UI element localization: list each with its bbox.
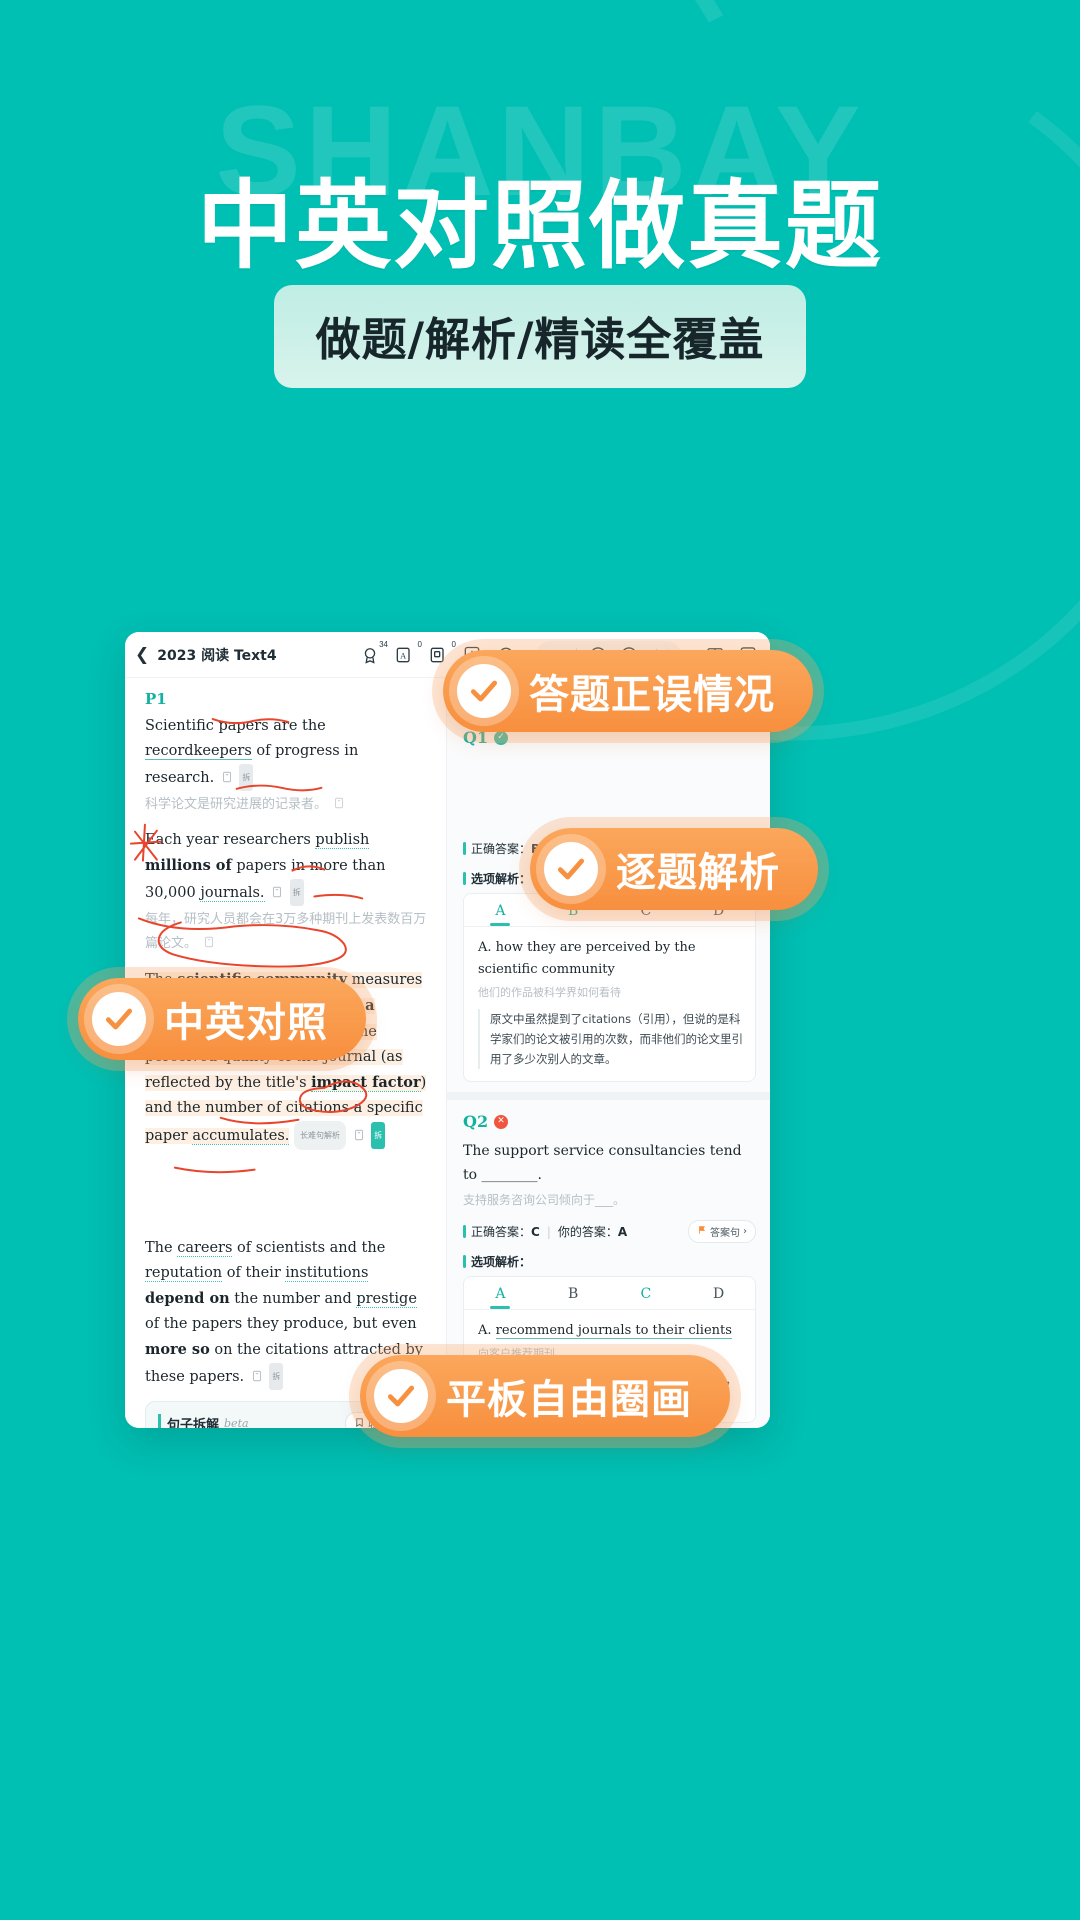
note-card-icon[interactable]: 0: [428, 640, 456, 665]
question-divider: [447, 1092, 770, 1100]
option-analysis-label: 选项解析：: [471, 872, 532, 886]
option-en-text: A. how they are perceived by the scienti…: [478, 940, 696, 977]
check-circle-icon: ✓: [494, 730, 509, 745]
badge-star-icon[interactable]: 34: [360, 640, 388, 665]
chevron-left-icon[interactable]: ❮: [135, 646, 149, 663]
option-en-text: A. recommend journals to their clients: [478, 1323, 732, 1339]
copy-icon[interactable]: [352, 1126, 366, 1141]
reading-zh-text: 科学论文是研究进展的记录者。: [145, 793, 430, 817]
split-chip-active[interactable]: 拆: [371, 1122, 386, 1149]
option-tab-c[interactable]: C: [610, 1277, 683, 1309]
option-analysis-label-row: 选项解析：: [463, 1253, 756, 1270]
question-number: Q2: [463, 1112, 489, 1131]
correct-answer-label: 正确答案：: [471, 842, 532, 856]
question-stem-en: The support service consultancies tend t…: [463, 1143, 742, 1183]
badge-count: 0: [451, 639, 456, 649]
callout-label: 逐题解析: [616, 850, 780, 896]
copy-icon[interactable]: [270, 883, 284, 898]
callout-answer-status: 答题正误情况: [443, 650, 813, 732]
copy-icon[interactable]: [332, 795, 346, 809]
page-title: 中英对照做真题: [197, 170, 883, 282]
answer-source-label: 答案句: [710, 1228, 740, 1239]
reading-zh-text: 每年，研究人员都会在3万多种期刊上发表数百万篇论文。: [145, 912, 427, 951]
paragraph-label: P1: [145, 690, 167, 708]
accent-bar: [463, 872, 466, 885]
callout-label: 平板自由圈画: [446, 1377, 692, 1423]
reading-block: Scientific papers are the recordkeepers …: [145, 714, 430, 817]
accent-bar: [463, 1255, 466, 1268]
reading-block: Each year researchers publish millions o…: [145, 828, 430, 956]
svg-text:A: A: [400, 651, 406, 660]
long-sentence-chip[interactable]: 长难句解析: [294, 1121, 347, 1150]
accent-bar: [463, 842, 466, 855]
chevron-right-icon: ›: [743, 1226, 747, 1237]
subtitle-container: 做题/解析/精读全覆盖: [0, 285, 1080, 388]
bookmark-plus-icon: [354, 1417, 365, 1429]
option-tab-a[interactable]: A: [464, 1277, 537, 1309]
option-analysis-label: 选项解析：: [471, 1255, 532, 1269]
badge-count: 0: [417, 639, 422, 649]
check-circle-icon: [92, 992, 146, 1046]
copy-icon[interactable]: [250, 1367, 264, 1382]
option-detail-body: A. how they are perceived by the scienti…: [464, 927, 755, 1081]
callout-bilingual: 中英对照: [78, 978, 366, 1060]
check-circle-icon: [544, 842, 598, 896]
reading-en-text: Each year researchers publish millions o…: [145, 828, 430, 906]
close-circle-icon: ✕: [494, 1114, 509, 1129]
answer-source-button[interactable]: 答案句 ›: [688, 1220, 756, 1243]
badge-count: 34: [379, 639, 388, 649]
callout-label: 中英对照: [164, 1000, 328, 1046]
translate-a-icon[interactable]: A 0: [394, 640, 422, 665]
question-header: Q2 ✕: [463, 1112, 756, 1131]
question-stem-zh: 支持服务咨询公司倾向于___。: [463, 1193, 626, 1207]
accent-bar: [463, 1225, 466, 1238]
answer-divider: |: [546, 1224, 551, 1239]
split-chip[interactable]: 拆: [239, 764, 254, 791]
analysis-scroll-area[interactable]: Q1 ✓ 正确答案： B | 你的答案： B: [447, 716, 770, 1428]
check-circle-icon: [374, 1369, 428, 1423]
callout-tablet-annotation: 平板自由圈画: [360, 1355, 730, 1437]
reading-en-text: Scientific papers are the recordkeepers …: [145, 714, 430, 791]
correct-answer-label: 正确答案：: [471, 1225, 532, 1239]
option-tab-b[interactable]: B: [537, 1277, 610, 1309]
option-tab-d[interactable]: D: [682, 1277, 755, 1309]
callout-label: 答题正误情况: [529, 672, 775, 718]
check-circle-icon: [457, 664, 511, 718]
q1-stem-spacer: [463, 747, 756, 825]
analysis-pane[interactable]: 题目 解析 Q1 ✓ 正确答案： B | 你的答案：: [447, 678, 770, 1428]
answer-summary-row: 正确答案： C | 你的答案： A 答案句 ›: [463, 1220, 756, 1243]
option-tab-a[interactable]: A: [464, 894, 537, 926]
option-zh-text: 他们的作品被科学界如何看待: [478, 986, 621, 999]
sentence-breakdown-title: 句子拆解: [158, 1414, 219, 1428]
copy-icon[interactable]: [220, 768, 234, 783]
page-title-toolbar: 2023 阅读 Text4: [157, 647, 277, 664]
copy-icon[interactable]: [202, 934, 216, 948]
beta-label: beta: [224, 1417, 249, 1428]
option-analysis-card: A B C D A. how they are perceived by the…: [463, 893, 756, 1082]
correct-answer-value: C: [531, 1224, 540, 1239]
split-chip[interactable]: 拆: [289, 879, 304, 906]
subtitle-pill: 做题/解析/精读全覆盖: [273, 285, 807, 388]
your-answer-label: 你的答案：: [557, 1225, 618, 1239]
option-tab-row: A B C D: [464, 1277, 755, 1310]
your-answer-value: A: [617, 1224, 628, 1239]
flag-icon: [697, 1225, 707, 1238]
callout-per-question-analysis: 逐题解析: [530, 828, 818, 910]
option-explanation: 原文中虽然提到了citations（引用），但说的是科学家们的论文被引用的次数，…: [478, 1009, 743, 1069]
split-chip[interactable]: 拆: [269, 1363, 284, 1390]
